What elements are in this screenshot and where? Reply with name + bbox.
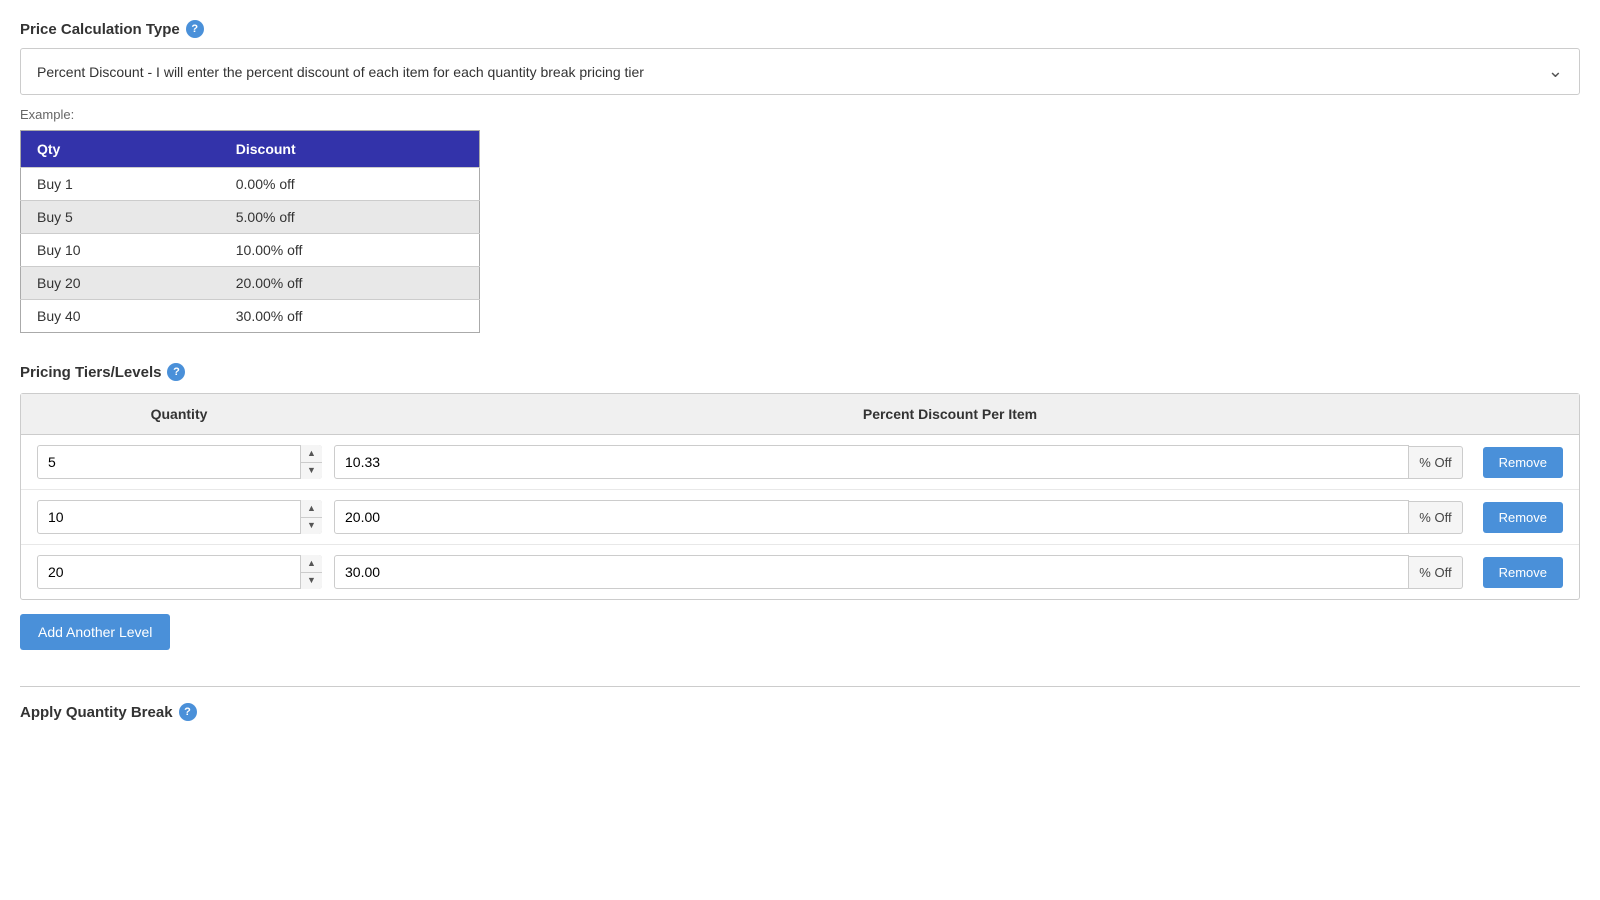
quantity-spinner[interactable]: ▲ ▼: [300, 445, 322, 479]
pct-off-badge: % Off: [1409, 446, 1462, 479]
discount-input-wrapper: % Off: [334, 445, 1463, 479]
quantity-spinner[interactable]: ▲ ▼: [300, 555, 322, 589]
price-calc-type-dropdown[interactable]: Percent Discount - I will enter the perc…: [20, 48, 1580, 95]
section-divider: [20, 686, 1580, 687]
example-table-cell: 20.00% off: [220, 267, 480, 300]
discount-input[interactable]: [334, 555, 1409, 589]
example-table: Qty Discount Buy 10.00% offBuy 55.00% of…: [20, 130, 480, 333]
example-table-cell: 30.00% off: [220, 300, 480, 333]
pct-off-badge: % Off: [1409, 556, 1462, 589]
discount-input[interactable]: [334, 445, 1409, 479]
chevron-down-icon: ⌄: [1548, 61, 1563, 82]
pricing-tiers-heading: Pricing Tiers/Levels ?: [20, 363, 1580, 381]
example-table-qty-header: Qty: [21, 131, 220, 168]
pricing-tiers-title: Pricing Tiers/Levels: [20, 364, 161, 381]
price-calc-type-help-icon[interactable]: ?: [186, 20, 204, 38]
tiers-header-discount: Percent Discount Per Item: [321, 406, 1579, 422]
example-table-cell: Buy 40: [21, 300, 220, 333]
quantity-input[interactable]: [37, 500, 322, 534]
add-another-level-button[interactable]: Add Another Level: [20, 614, 170, 650]
tiers-header-quantity: Quantity: [21, 406, 321, 422]
qty-input-wrapper: ▲ ▼: [37, 555, 322, 589]
table-row: ▲ ▼ % Off Remove: [21, 435, 1579, 490]
remove-button[interactable]: Remove: [1483, 557, 1563, 588]
apply-qty-break-help-icon[interactable]: ?: [179, 703, 197, 721]
quantity-input[interactable]: [37, 555, 322, 589]
discount-input[interactable]: [334, 500, 1409, 534]
spinner-down-button[interactable]: ▼: [301, 518, 322, 535]
discount-input-wrapper: % Off: [334, 500, 1463, 534]
pricing-tiers-section: Pricing Tiers/Levels ? Quantity Percent …: [20, 363, 1580, 670]
tiers-table-header: Quantity Percent Discount Per Item: [21, 394, 1579, 435]
example-table-cell: 10.00% off: [220, 234, 480, 267]
apply-qty-break-title: Apply Quantity Break: [20, 704, 173, 721]
qty-input-wrapper: ▲ ▼: [37, 445, 322, 479]
qty-input-wrapper: ▲ ▼: [37, 500, 322, 534]
spinner-up-button[interactable]: ▲: [301, 555, 322, 573]
spinner-up-button[interactable]: ▲: [301, 500, 322, 518]
example-table-cell: 0.00% off: [220, 168, 480, 201]
pct-off-badge: % Off: [1409, 501, 1462, 534]
price-calc-type-title: Price Calculation Type: [20, 21, 180, 38]
discount-input-wrapper: % Off: [334, 555, 1463, 589]
remove-button[interactable]: Remove: [1483, 502, 1563, 533]
tiers-table-container: Quantity Percent Discount Per Item ▲ ▼ %…: [20, 393, 1580, 600]
spinner-down-button[interactable]: ▼: [301, 573, 322, 590]
tier-rows-container: ▲ ▼ % Off Remove ▲ ▼ % Off Remove: [21, 435, 1579, 599]
example-table-cell: Buy 1: [21, 168, 220, 201]
quantity-spinner[interactable]: ▲ ▼: [300, 500, 322, 534]
price-calc-type-heading: Price Calculation Type ?: [20, 20, 1580, 38]
apply-qty-break-heading: Apply Quantity Break ?: [20, 703, 1580, 721]
spinner-down-button[interactable]: ▼: [301, 463, 322, 480]
table-row: ▲ ▼ % Off Remove: [21, 545, 1579, 599]
example-table-cell: Buy 5: [21, 201, 220, 234]
example-table-cell: 5.00% off: [220, 201, 480, 234]
remove-button[interactable]: Remove: [1483, 447, 1563, 478]
apply-qty-break-section: Apply Quantity Break ?: [20, 703, 1580, 721]
example-label: Example:: [20, 107, 1580, 122]
table-row: ▲ ▼ % Off Remove: [21, 490, 1579, 545]
quantity-input[interactable]: [37, 445, 322, 479]
pricing-tiers-help-icon[interactable]: ?: [167, 363, 185, 381]
example-table-cell: Buy 20: [21, 267, 220, 300]
spinner-up-button[interactable]: ▲: [301, 445, 322, 463]
example-table-discount-header: Discount: [220, 131, 480, 168]
example-table-cell: Buy 10: [21, 234, 220, 267]
price-calc-type-dropdown-value: Percent Discount - I will enter the perc…: [37, 64, 644, 80]
